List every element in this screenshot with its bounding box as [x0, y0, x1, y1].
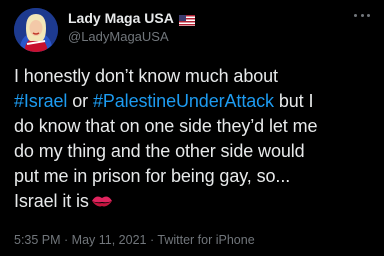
- tweet-card: Lady Maga USA @LadyMagaUSA I honestly do…: [0, 0, 384, 256]
- kiss-mark-icon: [91, 191, 113, 216]
- meta-separator: ·: [146, 233, 158, 247]
- hashtag-link[interactable]: #PalestineUnderAttack: [93, 91, 274, 111]
- user-handle[interactable]: @LadyMagaUSA: [68, 29, 195, 44]
- tweet-line: put me in prison for being gay, so...: [14, 166, 291, 186]
- tweet-line: do know that on one side they’d let me: [14, 116, 318, 136]
- tweet-meta: 5:35 PM · May 11, 2021 · Twitter for iPh…: [14, 233, 255, 247]
- tweet-line: I honestly don’t know much about: [14, 66, 278, 86]
- tweet-text-fragment: or: [67, 91, 93, 111]
- tweet-line: do my thing and the other side would: [14, 141, 305, 161]
- tweet-line: Israel it is: [14, 189, 374, 216]
- display-name[interactable]: Lady Maga USA: [68, 10, 174, 26]
- tweet-header: Lady Maga USA @LadyMagaUSA: [68, 9, 195, 44]
- avatar[interactable]: [14, 8, 58, 52]
- meta-separator: ·: [60, 233, 72, 247]
- tweet-text-fragment: Israel it is: [14, 191, 89, 211]
- tweet-text: I honestly don’t know much about #Israel…: [14, 64, 374, 216]
- tweet-line: #Israel or #PalestineUnderAttack but I: [14, 89, 374, 114]
- us-flag-icon: [178, 13, 195, 26]
- name-row: Lady Maga USA: [68, 9, 195, 27]
- hashtag-link[interactable]: #Israel: [14, 91, 67, 111]
- tweet-text-fragment: but I: [273, 91, 314, 111]
- tweet-source[interactable]: Twitter for iPhone: [157, 233, 254, 247]
- tweet-time[interactable]: 5:35 PM: [14, 233, 61, 247]
- avatar-person-icon: [14, 8, 58, 52]
- tweet-date[interactable]: May 11, 2021: [72, 233, 147, 247]
- more-options-icon[interactable]: [354, 12, 370, 18]
